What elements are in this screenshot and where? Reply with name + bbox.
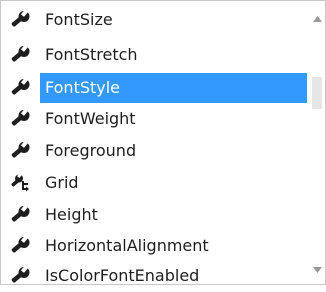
list-item-label: Foreground	[45, 141, 137, 160]
wrench-icon	[11, 237, 30, 253]
list-item-grid[interactable]: Grid	[1, 167, 311, 199]
wrench-icon	[11, 11, 30, 27]
list-item-fontstyle[interactable]: FontStyle	[1, 72, 311, 104]
list-item-fontweight[interactable]: FontWeight	[1, 103, 311, 135]
list-item-iscolorfontenabled[interactable]: IsColorFontEnabled	[1, 260, 311, 292]
wrench-icon	[11, 206, 30, 222]
list-item-horizontalalignment[interactable]: HorizontalAlignment	[1, 230, 311, 262]
list-item-label: IsColorFontEnabled	[45, 266, 200, 285]
list-item-label: FontStretch	[45, 45, 138, 64]
list-item-fontstretch[interactable]: FontStretch	[1, 39, 311, 71]
wrench-icon	[11, 267, 30, 283]
scroll-thumb[interactable]	[312, 77, 322, 109]
scroll-up-arrow-icon[interactable]	[313, 16, 322, 22]
list-item-label: FontWeight	[45, 109, 136, 128]
list-item-label: Height	[45, 205, 98, 224]
wrench-icon	[11, 142, 30, 158]
property-list: FontSize FontStretch FontStyle FontWeigh…	[1, 1, 311, 285]
wrench-icon	[11, 46, 30, 62]
property-dropdown: FontSize FontStretch FontStyle FontWeigh…	[0, 0, 326, 285]
wrench-icon	[11, 110, 30, 126]
list-item-label: Grid	[45, 173, 79, 192]
list-item-foreground[interactable]: Foreground	[1, 135, 311, 167]
list-item-fontsize[interactable]: FontSize	[1, 4, 311, 36]
scroll-down-arrow-icon[interactable]	[313, 267, 322, 273]
vertical-scrollbar[interactable]	[309, 1, 325, 284]
list-item-label: FontStyle	[45, 78, 121, 97]
list-item-label: FontSize	[45, 10, 113, 29]
list-item-label: HorizontalAlignment	[45, 236, 209, 255]
attached-property-icon	[11, 174, 29, 192]
list-item-height[interactable]: Height	[1, 199, 311, 231]
wrench-icon	[11, 79, 30, 95]
